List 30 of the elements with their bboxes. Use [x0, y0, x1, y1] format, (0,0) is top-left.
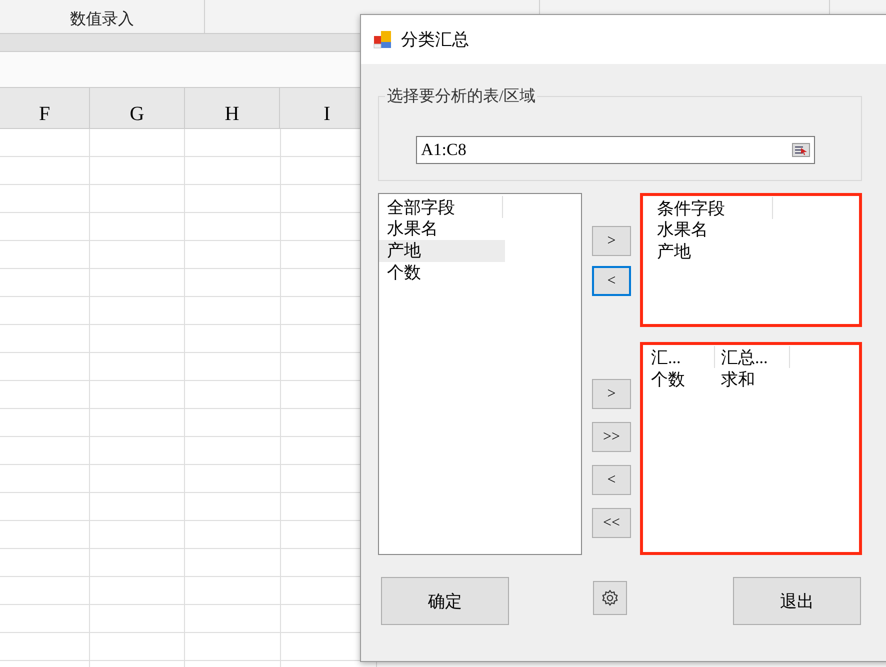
move-button[interactable]: >	[592, 379, 631, 409]
move-button[interactable]: >>	[592, 422, 631, 452]
column-header[interactable]: H	[185, 88, 280, 128]
list-header[interactable]: 全部字段	[379, 196, 503, 218]
list-header[interactable]: 条件字段	[649, 197, 773, 219]
ok-button[interactable]: 确定	[381, 577, 509, 625]
list-item[interactable]: 水果名	[649, 219, 775, 241]
list-item[interactable]: 产地	[649, 241, 775, 263]
list-item[interactable]: 水果名	[379, 218, 505, 240]
list-item[interactable]: 产地	[379, 240, 505, 262]
move-button[interactable]: <<	[592, 508, 631, 538]
move-button[interactable]: <	[592, 465, 631, 495]
window-title: 分类汇总	[401, 29, 469, 51]
list-header[interactable]: 汇...	[649, 346, 715, 368]
settings-button[interactable]	[593, 581, 627, 615]
exit-button[interactable]: 退出	[733, 577, 861, 625]
column-header[interactable]: G	[90, 88, 185, 128]
settings-icon	[601, 589, 619, 607]
range-picker-icon[interactable]	[792, 143, 810, 157]
app-icon	[373, 30, 393, 50]
list-item[interactable]: 个数	[379, 262, 505, 284]
column-header[interactable]: F	[0, 88, 90, 128]
group-label: 选择要分析的表/区域	[386, 86, 536, 107]
move-button[interactable]: <	[592, 266, 631, 296]
ribbon-tab[interactable]: 数值录入	[70, 9, 134, 30]
list-cell[interactable]: 求和	[715, 368, 781, 390]
list-cell[interactable]: 个数	[649, 368, 715, 390]
move-button[interactable]: >	[592, 226, 631, 256]
list-header[interactable]: 汇总...	[715, 346, 790, 368]
range-field[interactable]: A1:C8	[416, 136, 815, 164]
